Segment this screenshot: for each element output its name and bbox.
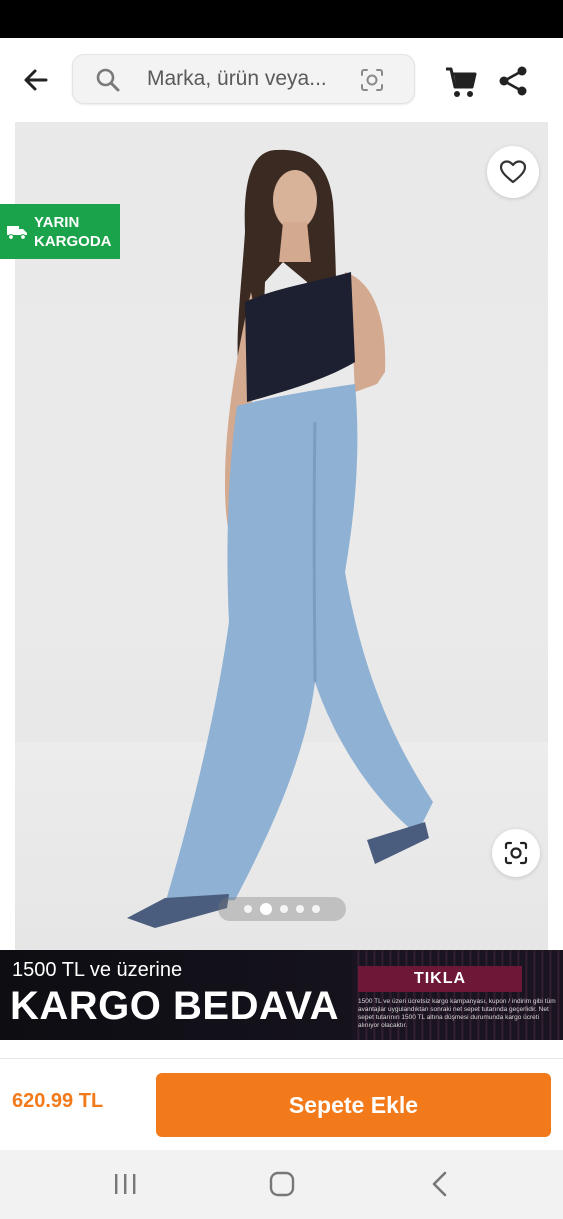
- banner-fine-print: 1500 TL ve üzeri ücretsiz kargo kampanya…: [358, 998, 556, 1029]
- pager-dot[interactable]: [280, 905, 288, 913]
- fast-delivery-badge: YARIN KARGODA: [0, 204, 120, 259]
- system-nav-bar: [0, 1150, 563, 1219]
- top-header: [0, 38, 563, 122]
- cargo-line2: KARGODA: [34, 232, 112, 250]
- banner-cta-button[interactable]: TIKLA: [358, 966, 522, 992]
- status-bar: [0, 0, 563, 38]
- banner-line2: KARGO BEDAVA: [10, 984, 339, 1028]
- banner-line1: 1500 TL ve üzerine: [12, 959, 183, 981]
- price-label: 620.99 TL: [12, 1090, 104, 1112]
- search-icon: [96, 68, 120, 92]
- arrow-left-icon: [24, 69, 48, 91]
- search-input[interactable]: [147, 55, 347, 103]
- purchase-bar: 620.99 TL Sepete Ekle: [0, 1058, 563, 1150]
- favorite-button[interactable]: [487, 146, 539, 198]
- truck-icon: [7, 225, 27, 240]
- back-button[interactable]: [16, 60, 56, 100]
- add-to-cart-button[interactable]: Sepete Ekle: [156, 1073, 551, 1137]
- search-box[interactable]: [72, 54, 415, 104]
- recent-apps-icon[interactable]: [110, 1172, 140, 1196]
- cargo-line1: YARIN: [34, 213, 80, 231]
- visual-search-button[interactable]: [492, 829, 540, 877]
- cart-icon[interactable]: [443, 64, 479, 100]
- pager-dot[interactable]: [244, 905, 252, 913]
- fast-delivery-label: YARIN KARGODA: [34, 213, 112, 251]
- system-back-icon[interactable]: [428, 1170, 452, 1198]
- pager-dot[interactable]: [312, 905, 320, 913]
- home-icon[interactable]: [268, 1170, 296, 1198]
- pager-dot[interactable]: [260, 903, 272, 915]
- image-pager: [218, 897, 346, 921]
- heart-icon: [500, 160, 526, 184]
- share-icon[interactable]: [496, 64, 530, 98]
- pager-dot[interactable]: [296, 905, 304, 913]
- camera-search-icon[interactable]: [359, 67, 385, 93]
- camera-search-icon: [504, 841, 528, 865]
